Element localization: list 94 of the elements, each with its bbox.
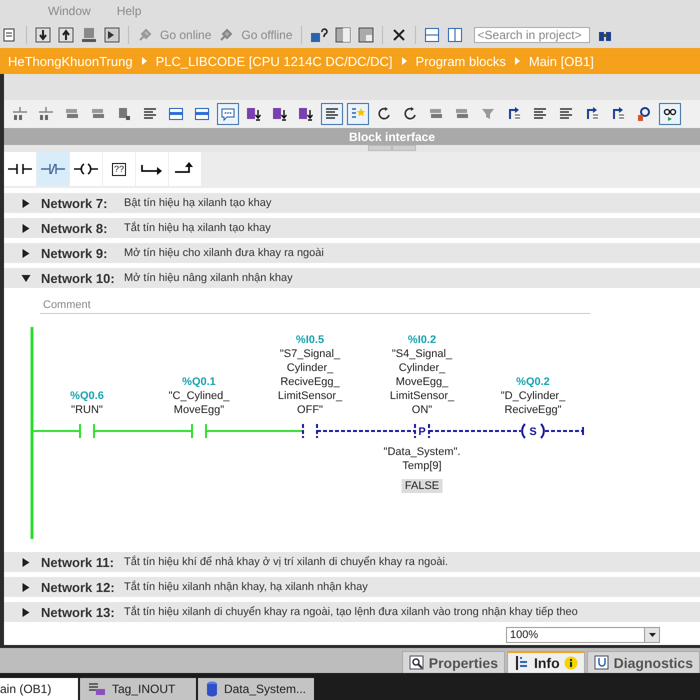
network-comment: Bật tín hiệu hạ xilanh tạo khay xyxy=(124,197,272,209)
tag-name: "D_Cylinder_ ReciveEgg" xyxy=(500,389,566,417)
chevron-icon xyxy=(514,57,520,65)
operand-address: %I0.2 xyxy=(408,333,436,347)
list-icon[interactable] xyxy=(558,106,574,122)
refresh-icon[interactable] xyxy=(376,106,392,122)
block-icon[interactable] xyxy=(116,106,132,122)
jump-icon[interactable] xyxy=(584,106,600,122)
plug-icon[interactable] xyxy=(218,27,234,43)
network-title: Network 13: xyxy=(41,604,116,620)
breadcrumb-item[interactable]: Program blocks xyxy=(416,54,506,68)
menu-item[interactable]: Window xyxy=(48,4,91,18)
box-icon: ?? xyxy=(112,162,126,176)
split-view-icon[interactable] xyxy=(334,27,351,43)
tag-name: "S4_Signal_ Cylinder_ MoveEgg_ LimitSensor_ ON" xyxy=(390,347,454,417)
download-icon[interactable] xyxy=(246,106,262,122)
editor-tab[interactable]: Tag_INOUT xyxy=(80,678,196,700)
network-title: Network 7: xyxy=(41,196,108,210)
network-title: Network 8: xyxy=(41,220,108,236)
edge-memory-operand: "Data_System". Temp[9] xyxy=(384,445,460,473)
glasses-icon[interactable] xyxy=(662,106,678,122)
info-icon xyxy=(514,655,530,671)
info-badge-icon xyxy=(564,656,578,670)
editor-tab[interactable]: ain (OB1) xyxy=(0,678,78,700)
edge-contact: P xyxy=(414,423,430,439)
upload-icon[interactable] xyxy=(58,27,74,43)
download-icon[interactable] xyxy=(298,106,314,122)
status-value: FALSE xyxy=(402,479,442,493)
set-coil: S xyxy=(521,423,545,439)
download-icon[interactable] xyxy=(272,106,288,122)
tag-name: "RUN" xyxy=(71,403,103,417)
network-icon[interactable] xyxy=(38,106,54,122)
expand-handle[interactable] xyxy=(392,145,416,151)
network-title: Network 12: xyxy=(41,580,116,594)
zoom-dropdown[interactable]: 100% xyxy=(506,627,660,643)
magnifier-icon xyxy=(408,654,425,670)
rung-wire xyxy=(32,430,80,432)
network-comment: Tắt tín hiệu xilanh nhận khay, hạ xilanh nhận khay xyxy=(124,581,368,593)
menu-item[interactable]: Help xyxy=(116,4,142,18)
device-icon[interactable] xyxy=(81,27,97,43)
branch-open-icon xyxy=(140,162,164,176)
network-comment: Mở tín hiệu nâng xilanh nhận khay xyxy=(124,272,293,284)
network-icon[interactable] xyxy=(12,106,28,122)
network-comment: Tắt tín hiệu khí để nhả khay ở vị trí xilanh di chuyển khay ra ngoài. xyxy=(124,556,448,568)
rung-end xyxy=(545,427,584,435)
panel-tab[interactable]: Diagnostics xyxy=(586,651,700,673)
operand-address: %Q0.1 xyxy=(182,375,216,389)
coil-icon xyxy=(74,162,98,176)
operand-address: %I0.5 xyxy=(296,333,324,347)
network-comment: Tắt tín hiệu xilanh di chuyển khay ra ngoài, tạo lệnh đưa xilanh vào trong nhận khay tiếp theo xyxy=(124,606,578,618)
comment-icon[interactable] xyxy=(220,106,236,122)
list-icon[interactable] xyxy=(324,106,340,122)
jump-icon[interactable] xyxy=(610,106,626,122)
network-title: Network 10: xyxy=(41,270,116,286)
network-title: Network 9: xyxy=(41,246,108,260)
panel-tab[interactable]: Properties xyxy=(402,651,505,673)
go-online-button[interactable]: Go online xyxy=(160,28,212,42)
table-icon xyxy=(88,682,106,696)
download-icon[interactable] xyxy=(35,27,51,43)
operand-address: %Q0.2 xyxy=(516,375,550,389)
chevron-icon xyxy=(402,57,407,65)
simulation-icon[interactable] xyxy=(104,27,120,43)
search-field[interactable]: <Search in project> xyxy=(474,27,590,43)
split-vertical-icon[interactable] xyxy=(446,27,463,43)
list-icon[interactable] xyxy=(532,106,548,122)
breadcrumb-item[interactable]: Main [OB1] xyxy=(528,54,594,68)
contact-icon xyxy=(8,162,32,176)
help-icon[interactable] xyxy=(310,27,328,43)
tag-name: "S7_Signal_ Cylinder_ ReciveEgg_ LimitSensor_ OFF" xyxy=(278,347,342,417)
search-icon[interactable] xyxy=(636,106,652,122)
collapse-handle[interactable] xyxy=(368,145,392,151)
jump-icon[interactable] xyxy=(506,106,522,122)
database-icon xyxy=(206,681,218,697)
breadcrumb-item[interactable]: PLC_LIBCODE [CPU 1214C DC/DC/DC] xyxy=(156,54,393,68)
dropdown-arrow-icon xyxy=(648,633,656,637)
network-comment: Mở tín hiệu cho xilanh đưa khay ra ngoài xyxy=(124,247,324,259)
window-icon[interactable] xyxy=(358,27,374,43)
operand-address: %Q0.6 xyxy=(70,389,104,403)
block-interface-title[interactable]: Block interface xyxy=(348,130,436,144)
network-comment: Tắt tín hiệu hạ xilanh tạo khay xyxy=(124,222,271,234)
panel-icon[interactable] xyxy=(168,106,184,122)
editor-tab[interactable]: Data_System... xyxy=(198,678,314,700)
network-title: Network 11: xyxy=(41,554,115,570)
chevron-icon xyxy=(142,57,147,65)
panel-tab[interactable]: Info xyxy=(506,651,585,673)
closed-contact-icon xyxy=(41,162,65,176)
breadcrumb-item[interactable]: HeThongKhuonTrung xyxy=(8,54,133,68)
close-icon[interactable] xyxy=(390,27,407,43)
list-icon[interactable] xyxy=(142,106,158,122)
refresh-icon[interactable] xyxy=(402,106,418,122)
panel-icon[interactable] xyxy=(194,106,210,122)
go-offline-button[interactable]: Go offline xyxy=(241,28,293,42)
split-horizontal-icon[interactable] xyxy=(424,27,440,43)
tag-name: "C_Cylined_ MoveEgg" xyxy=(168,389,230,417)
